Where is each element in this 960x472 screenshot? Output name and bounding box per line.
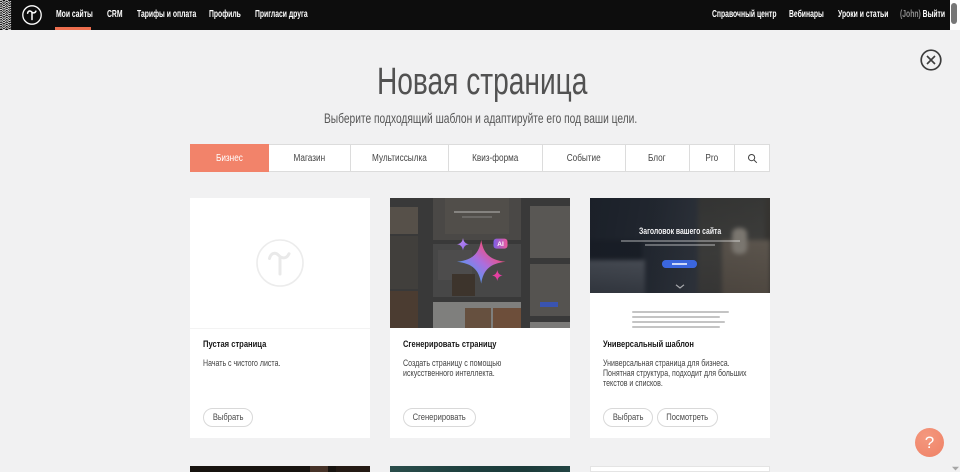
svg-text:AI: AI xyxy=(497,241,504,248)
